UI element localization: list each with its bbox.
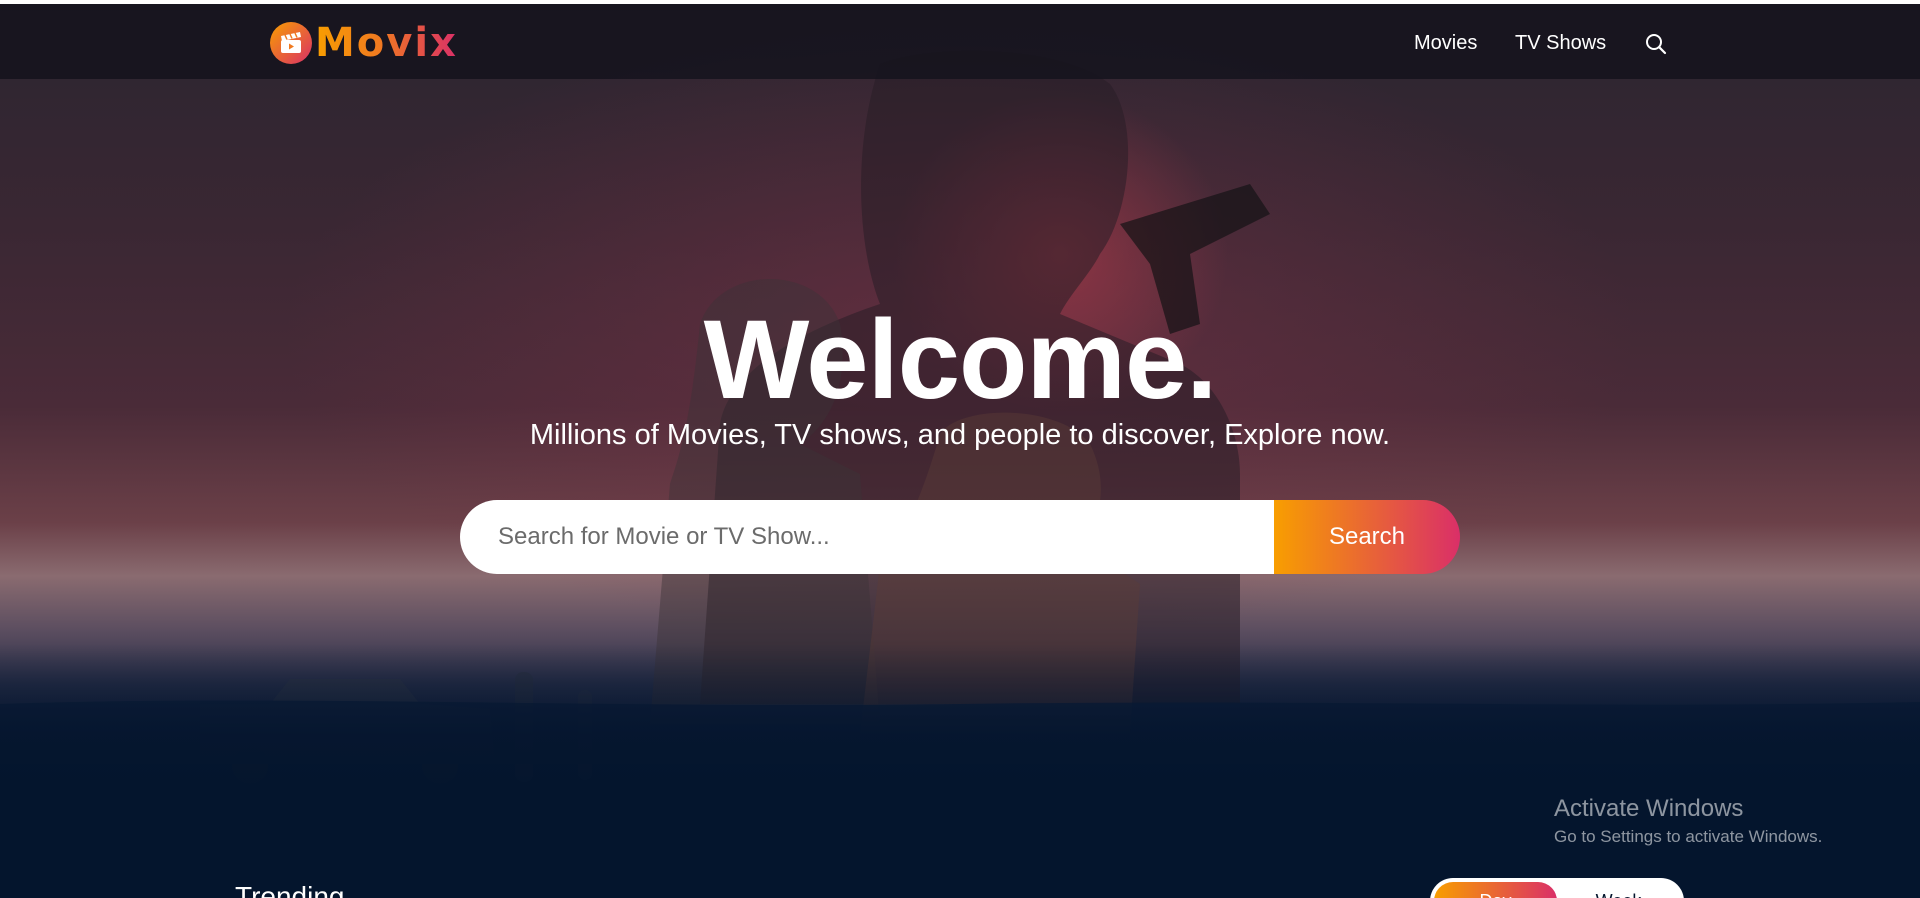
- site-header: Movix Movies TV Shows: [0, 4, 1920, 79]
- main-nav: Movies TV Shows: [0, 28, 1920, 58]
- hero-subtitle: Millions of Movies, TV shows, and people…: [529, 419, 1391, 451]
- nav-movies[interactable]: Movies: [1414, 32, 1477, 55]
- search-button[interactable]: Search: [1274, 500, 1460, 574]
- watermark-subtitle: Go to Settings to activate Windows.: [1554, 827, 1823, 846]
- trending-period-switch: Day Week: [1430, 878, 1684, 898]
- search-input[interactable]: [460, 500, 1274, 574]
- tab-day[interactable]: Day: [1434, 882, 1557, 898]
- hero-search-bar: Search: [460, 500, 1460, 574]
- tab-week[interactable]: Week: [1557, 882, 1680, 898]
- windows-activation-watermark: Activate Windows Go to Settings to activ…: [1554, 794, 1822, 848]
- nav-tv-shows[interactable]: TV Shows: [1515, 32, 1606, 55]
- watermark-title: Activate Windows: [1554, 795, 1744, 822]
- hero-bottom-fade: [0, 644, 1920, 898]
- search-icon[interactable]: [1644, 32, 1668, 56]
- trending-title: Trending: [235, 881, 345, 898]
- hero-title: Welcome.: [703, 297, 1218, 422]
